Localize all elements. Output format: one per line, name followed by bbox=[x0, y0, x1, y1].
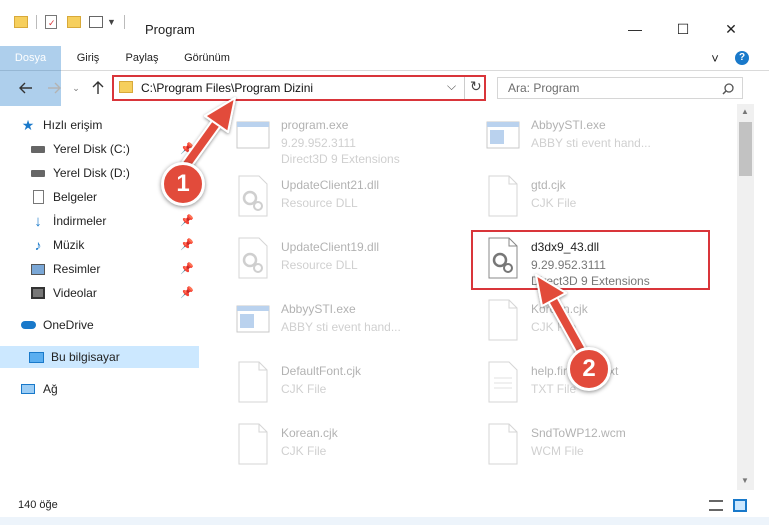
arrow-to-dll-file bbox=[535, 274, 588, 358]
step-badge-1: 1 bbox=[161, 162, 205, 206]
step-badge-2: 2 bbox=[567, 347, 611, 391]
annotation-arrows bbox=[181, 97, 588, 358]
arrow-to-address-bar bbox=[181, 97, 236, 170]
